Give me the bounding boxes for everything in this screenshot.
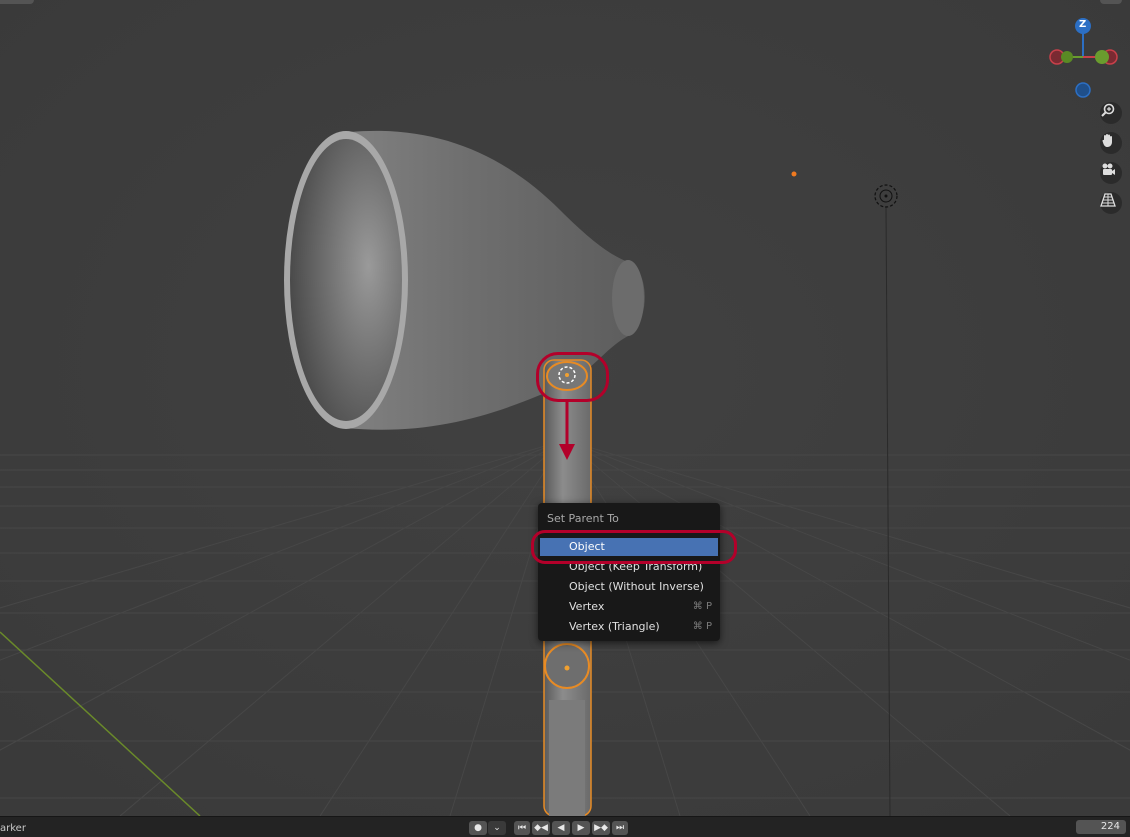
play-reverse-icon[interactable]: ◀ [552, 821, 570, 835]
viewport-scene [0, 0, 1130, 816]
prev-keyframe-icon[interactable]: ◆◀ [532, 821, 550, 835]
lamp-inner [290, 139, 402, 421]
menu-item-label: Object (Without Inverse) [569, 580, 704, 593]
menu-item-shortcut: ⌘ P [692, 621, 712, 632]
grid-perspective-icon[interactable] [1100, 192, 1122, 214]
menu-item-label: Object [569, 540, 605, 553]
chevron-down-icon[interactable]: ⌄ [488, 821, 506, 835]
menu-item-object-without-inverse[interactable]: Object (Without Inverse) [540, 578, 718, 596]
editor-type-tab[interactable] [0, 0, 34, 4]
menu-item-shortcut: ⌘ P [692, 601, 712, 612]
menu-item-vertex-triangle[interactable]: Vertex (Triangle) ⌘ P [540, 618, 718, 636]
menu-item-label: Vertex [569, 600, 605, 613]
gizmo-z-label[interactable]: Z [1079, 19, 1086, 30]
current-frame-field[interactable]: 224 [1076, 820, 1126, 834]
lamp-neck [612, 260, 644, 336]
zoom-icon[interactable] [1100, 102, 1122, 124]
camera-icon[interactable] [1100, 162, 1122, 184]
lamp-pole-lower [549, 700, 585, 816]
menu-item-object[interactable]: Object [540, 538, 718, 556]
marker-menu-label[interactable]: arker [0, 823, 26, 834]
light-dot [791, 171, 797, 177]
menu-item-label: Vertex (Triangle) [569, 620, 660, 633]
menu-title: Set Parent To [547, 512, 619, 525]
jump-start-icon[interactable]: ⏮ [514, 821, 530, 835]
keyframe-dot-icon[interactable]: ● [469, 821, 487, 835]
menu-item-object-keep-transform[interactable]: Object (Keep Transform) [540, 558, 718, 576]
hand-pan-icon[interactable] [1100, 132, 1122, 154]
set-parent-menu: Set Parent To Object Object (Keep Transf… [538, 503, 720, 641]
play-icon[interactable]: ▶ [572, 821, 590, 835]
jump-end-icon[interactable]: ⏭ [612, 821, 628, 835]
3d-viewport[interactable]: Z Set Parent To Object Object (Keep Tran… [0, 0, 1130, 816]
next-keyframe-icon[interactable]: ▶◆ [592, 821, 610, 835]
timeline-bar: arker ● ⌄ ⏮ ◆◀ ◀ ▶ ▶◆ ⏭ 224 [0, 816, 1130, 837]
menu-item-label: Object (Keep Transform) [569, 560, 703, 573]
header-collapse-tab[interactable] [1100, 0, 1122, 4]
menu-item-vertex[interactable]: Vertex ⌘ P [540, 598, 718, 616]
